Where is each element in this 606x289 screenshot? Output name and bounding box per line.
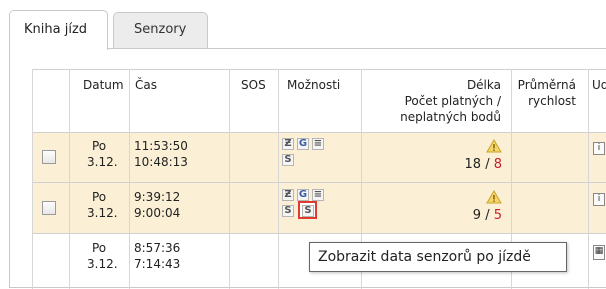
table-border <box>32 233 606 234</box>
row-checkbox[interactable] <box>42 201 56 215</box>
row-time-start: 11:53:50 <box>134 139 188 153</box>
header-moznosti: Možnosti <box>287 78 341 92</box>
row-actions-2: S <box>282 205 297 221</box>
header-pocet-bodu: Počet platných / <box>404 94 501 108</box>
column-divider <box>69 69 70 289</box>
g-icon[interactable]: G <box>297 138 309 150</box>
grid-icon[interactable]: ▦ <box>593 245 605 260</box>
column-divider <box>229 69 230 289</box>
tab-label: Senzory <box>134 22 187 37</box>
header-neplatnych-bodu: neplatných bodů <box>400 110 501 124</box>
row-actions-2: S <box>282 154 297 170</box>
row-point-counts: 18 / 8 <box>465 157 502 173</box>
g-icon[interactable]: G <box>297 189 309 201</box>
table-border <box>32 182 606 183</box>
s-icon[interactable]: S <box>282 154 294 166</box>
column-divider <box>588 69 589 289</box>
sensor-data-button[interactable]: S <box>298 201 317 219</box>
row-time-end: 10:48:13 <box>134 155 188 169</box>
column-divider <box>278 69 279 289</box>
route-icon[interactable]: Ƶ <box>282 138 294 150</box>
sensor-icon: S <box>302 205 314 217</box>
list-icon[interactable]: ≡ <box>312 138 324 150</box>
count-separator: / <box>481 157 494 172</box>
valid-points-count: 18 <box>464 157 482 172</box>
header-next-column[interactable]: Ud <box>592 77 606 93</box>
detail-icon[interactable]: i <box>593 193 605 206</box>
row-actions: Ƶ G ≡ <box>282 138 327 154</box>
row-checkbox[interactable] <box>42 150 56 164</box>
row-date: 3.12. <box>87 257 118 271</box>
row-day: Po <box>92 190 107 204</box>
invalid-points-count: 5 <box>493 208 502 223</box>
warning-icon <box>486 139 502 153</box>
table-border <box>32 132 606 133</box>
header-prumerna[interactable]: Průměrná <box>518 77 576 93</box>
row-time-start: 8:57:36 <box>134 241 181 255</box>
header-sos[interactable]: SOS <box>241 77 266 93</box>
tab-label: Kniha jízd <box>24 22 88 37</box>
row-time-end: 7:14:43 <box>134 257 181 271</box>
warning-icon <box>486 190 502 204</box>
list-icon[interactable]: ≡ <box>312 189 324 201</box>
header-delka[interactable]: Délka <box>467 77 501 93</box>
table-border <box>32 69 606 70</box>
invalid-points-count: 8 <box>493 157 502 172</box>
header-datum[interactable]: Datum <box>83 77 124 93</box>
row-time-start: 9:39:12 <box>134 190 181 204</box>
column-divider <box>129 69 130 289</box>
row-date: 3.12. <box>87 206 118 220</box>
s-icon[interactable]: S <box>282 205 294 217</box>
row-time-end: 9:00:04 <box>134 206 181 220</box>
tab-bar: Kniha jízd Senzory <box>0 0 606 50</box>
detail-icon[interactable]: i <box>593 142 605 155</box>
row-point-counts: 9 / 5 <box>473 208 502 224</box>
valid-points-count: 9 <box>472 208 482 223</box>
row-date: 3.12. <box>87 155 118 169</box>
header-rychlost: rychlost <box>528 94 576 108</box>
tooltip: Zobrazit data senzorů po jízdě <box>309 242 567 272</box>
row-day: Po <box>92 139 107 153</box>
route-icon[interactable]: Ƶ <box>282 189 294 201</box>
column-divider <box>32 69 33 289</box>
tab-senzory[interactable]: Senzory <box>113 12 208 48</box>
header-cas[interactable]: Čas <box>135 77 157 93</box>
tab-kniha-jizd[interactable]: Kniha jízd <box>9 10 108 50</box>
row-day: Po <box>92 241 107 255</box>
count-separator: / <box>481 208 494 223</box>
